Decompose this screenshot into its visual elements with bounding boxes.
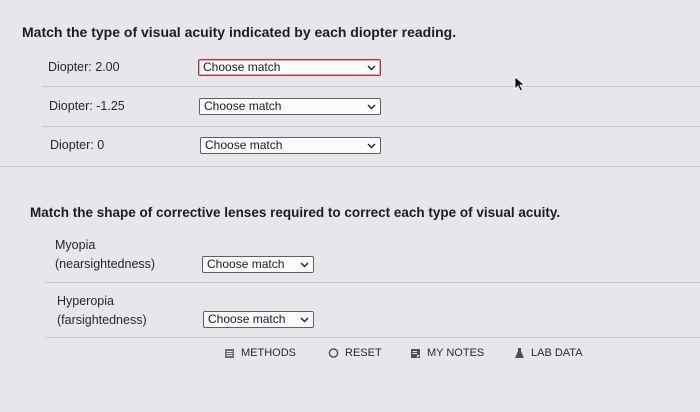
diopter-label-3: Diopter: 0 xyxy=(50,138,105,152)
diopter-label-1: Diopter: 2.00 xyxy=(48,60,120,74)
methods-icon xyxy=(224,348,235,359)
diopter-3-select[interactable]: Choose match xyxy=(200,137,381,154)
myopia-description: (nearsightedness) xyxy=(55,257,156,271)
hyperopia-name: Hyperopia xyxy=(57,294,114,308)
notes-icon xyxy=(410,348,421,359)
divider xyxy=(42,126,700,127)
reset-button[interactable]: RESET xyxy=(328,346,382,360)
reset-icon xyxy=(328,348,339,359)
chevron-down-icon xyxy=(299,260,309,270)
hyperopia-label: Hyperopia (farsightedness) xyxy=(57,292,147,330)
select-value: Choose match xyxy=(204,99,282,113)
divider xyxy=(45,282,700,283)
diopter-label-2: Diopter: -1.25 xyxy=(49,99,125,113)
lab-data-button[interactable]: LAB DATA xyxy=(514,346,583,360)
select-value: Choose match xyxy=(207,257,285,271)
myopia-label: Myopia (nearsightedness) xyxy=(55,236,155,274)
divider xyxy=(45,337,700,338)
chevron-down-icon xyxy=(299,315,309,325)
lab-data-icon xyxy=(514,348,525,359)
select-value: Choose match xyxy=(208,312,286,326)
select-value: Choose match xyxy=(203,60,281,74)
diopter-1-select[interactable]: Choose match xyxy=(198,59,381,76)
chevron-down-icon xyxy=(366,102,376,112)
chevron-down-icon xyxy=(366,63,376,73)
methods-button[interactable]: METHODS xyxy=(224,346,296,360)
section2-heading: Match the shape of corrective lenses req… xyxy=(30,205,561,220)
hyperopia-select[interactable]: Choose match xyxy=(203,311,314,328)
my-notes-button[interactable]: MY NOTES xyxy=(410,346,484,360)
my-notes-label: MY NOTES xyxy=(427,347,485,359)
lab-data-label: LAB DATA xyxy=(531,347,583,359)
section-divider xyxy=(0,166,700,167)
divider xyxy=(42,86,700,87)
mouse-cursor-icon xyxy=(514,76,526,92)
reset-label: RESET xyxy=(345,347,382,359)
hyperopia-description: (farsightedness) xyxy=(57,313,147,327)
chevron-down-icon xyxy=(366,141,376,151)
diopter-2-select[interactable]: Choose match xyxy=(199,98,381,115)
section1-heading: Match the type of visual acuity indicate… xyxy=(22,24,457,40)
select-value: Choose match xyxy=(205,138,283,152)
methods-label: METHODS xyxy=(241,347,296,359)
myopia-name: Myopia xyxy=(55,238,96,252)
myopia-select[interactable]: Choose match xyxy=(202,256,314,273)
